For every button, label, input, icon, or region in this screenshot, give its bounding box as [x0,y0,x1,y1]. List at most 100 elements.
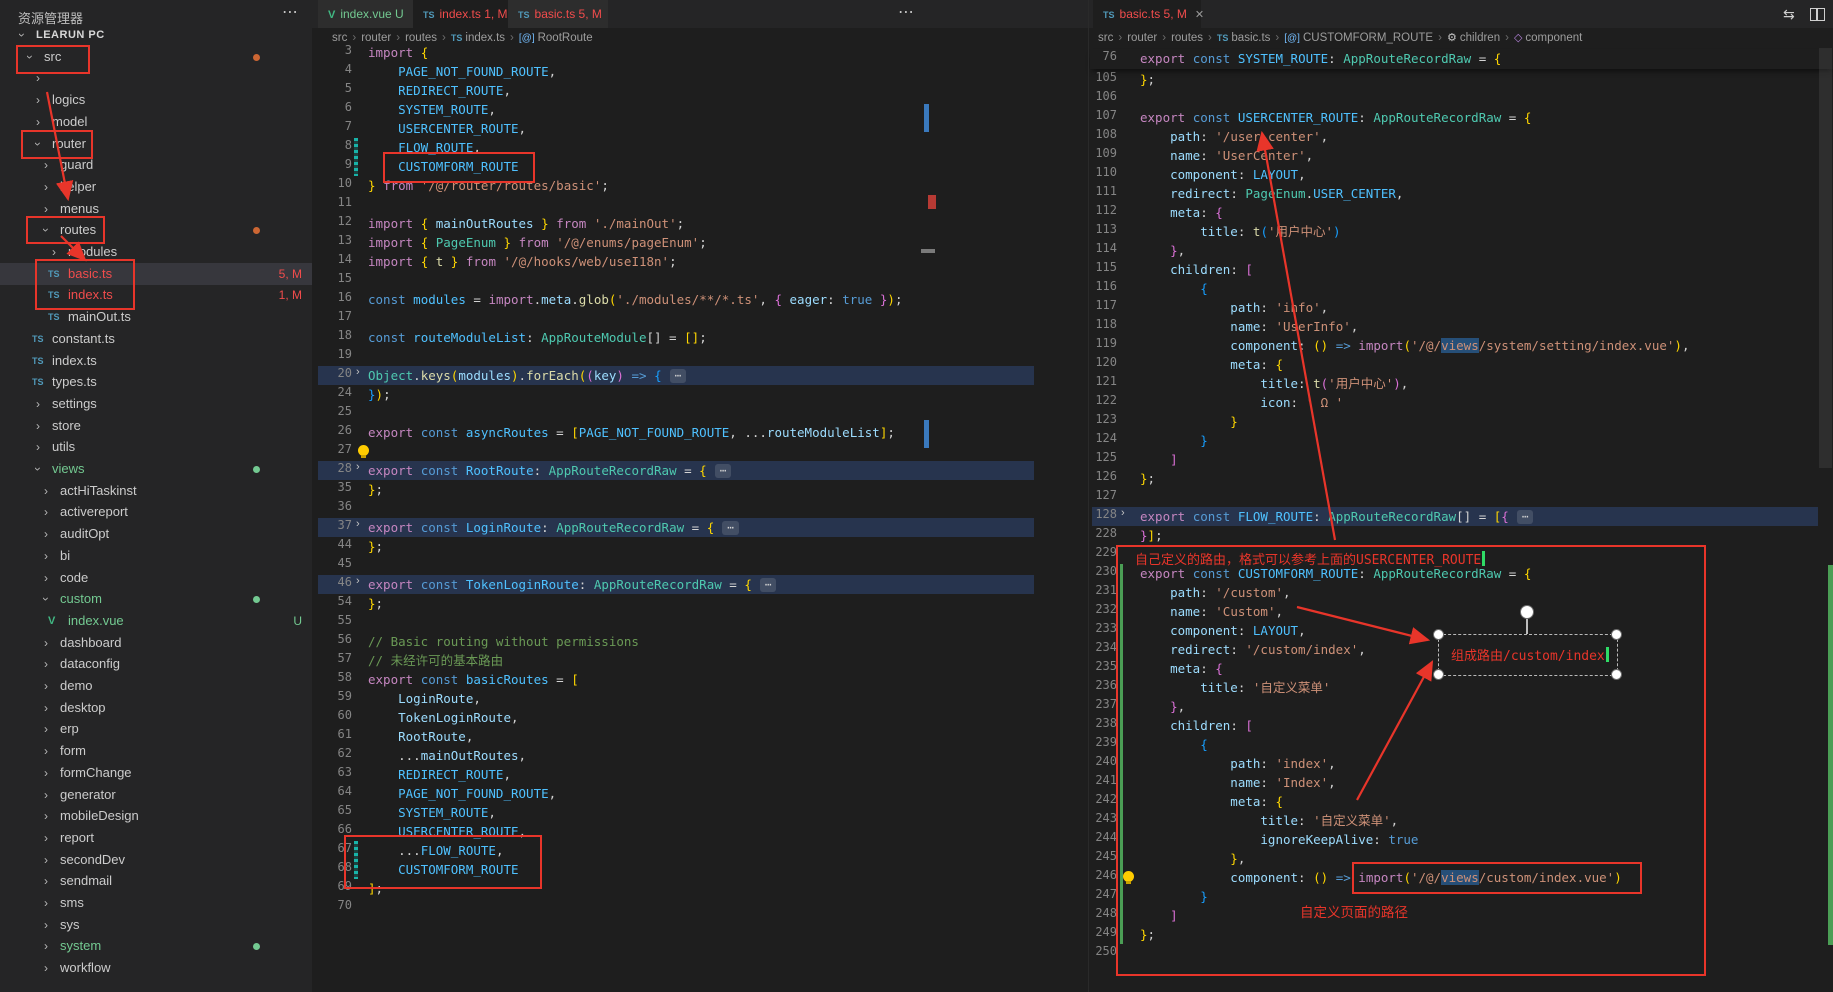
code-line-112[interactable]: meta: { [1140,203,1223,222]
code-line-236[interactable]: title: '自定义菜单' [1140,678,1330,697]
chevron-right-icon[interactable]: › [32,415,44,437]
code-line-26[interactable]: export const asyncRoutes = [PAGE_NOT_FOU… [368,423,895,442]
fold-chevron-icon[interactable]: › [356,366,360,378]
middle-editor-more-actions-icon[interactable]: ⋯ [898,2,914,22]
fold-chevron-icon[interactable]: › [356,575,360,587]
code-line-5[interactable]: REDIRECT_ROUTE, [368,81,511,100]
tree-item-actHiTaskinst[interactable]: ›actHiTaskinst [0,480,312,502]
code-line-8[interactable]: FLOW_ROUTE, [368,138,481,157]
code-line-10[interactable]: } from '/@/router/routes/basic'; [368,176,609,195]
code-line-232[interactable]: name: 'Custom', [1140,602,1283,621]
chevron-right-icon[interactable]: › [40,935,52,957]
tree-item-dataconfig[interactable]: ›dataconfig [0,653,312,675]
fold-ellipsis[interactable]: ⋯ [670,369,687,383]
tree-item-constant.ts[interactable]: TSconstant.ts [0,328,312,350]
tree-item-dashboard[interactable]: ›dashboard [0,632,312,654]
close-icon[interactable]: ✕ [1195,9,1204,21]
code-line-35[interactable]: }; [368,480,383,499]
code-line-64[interactable]: PAGE_NOT_FOUND_ROUTE, [368,784,556,803]
code-line-228[interactable]: }]; [1140,526,1163,545]
code-line-116[interactable]: { [1140,279,1208,298]
code-line-125[interactable]: ] [1140,450,1178,469]
fold-ellipsis[interactable]: ⋯ [1517,510,1534,524]
code-line-67[interactable]: ...FLOW_ROUTE, [368,841,503,860]
tree-item-index.ts[interactable]: TSindex.ts1, M [0,284,312,306]
tree-item-mobileDesign[interactable]: ›mobileDesign [0,805,312,827]
code-line-239[interactable]: { [1140,735,1208,754]
code-line-238[interactable]: children: [ [1140,716,1253,735]
code-line-240[interactable]: path: 'index', [1140,754,1336,773]
tree-item-index.vue[interactable]: Vindex.vueU [0,610,312,632]
tree-item-auditOpt[interactable]: ›auditOpt [0,523,312,545]
tree-item-activereport[interactable]: ›activereport [0,501,312,523]
textbox-handle[interactable] [1433,629,1444,640]
chevron-right-icon[interactable]: › [40,567,52,589]
tree-item-sendmail[interactable]: ›sendmail [0,870,312,892]
tree-item-sys[interactable]: ›sys [0,914,312,936]
code-line-109[interactable]: name: 'UserCenter', [1140,146,1313,165]
tree-item-demo[interactable]: ›demo [0,675,312,697]
code-line-119[interactable]: component: () => import('/@/views/system… [1140,336,1689,355]
tree-item-basic.ts[interactable]: TSbasic.ts5, M [0,263,312,285]
code-line-123[interactable]: } [1140,412,1238,431]
breadcrumb-item[interactable]: RootRoute [538,32,593,44]
code-line-57[interactable]: // 未经许可的基本路由 [368,651,503,670]
tree-item-model[interactable]: ›model [0,111,312,133]
annotation-textbox[interactable]: 组成路由/custom/index [1438,634,1618,676]
tree-item-custom[interactable]: ›custom [0,588,312,610]
code-line-233[interactable]: component: LAYOUT, [1140,621,1306,640]
chevron-right-icon[interactable]: › [40,892,52,914]
breadcrumb-item[interactable]: basic.ts [1231,32,1270,44]
chevron-right-icon[interactable]: › [40,827,52,849]
textbox-handle[interactable] [1611,669,1622,680]
code-line-18[interactable]: const routeModuleList: AppRouteModule[] … [368,328,707,347]
code-line-117[interactable]: path: 'info', [1140,298,1328,317]
tree-item-helper[interactable]: ›helper [0,176,312,198]
tree-item-generator[interactable]: ›generator [0,784,312,806]
code-line-37[interactable]: export const LoginRoute: AppRouteRecordR… [368,518,739,537]
chevron-down-icon[interactable]: › [40,219,52,241]
code-line-128[interactable]: export const FLOW_ROUTE: AppRouteRecordR… [1140,507,1533,526]
tree-item-store[interactable]: ›store [0,415,312,437]
code-line-110[interactable]: component: LAYOUT, [1140,165,1306,184]
code-line-248[interactable]: ] [1140,906,1178,925]
fold-ellipsis[interactable]: ⋯ [760,578,777,592]
chevron-right-icon[interactable]: › [40,914,52,936]
tree-item-index.ts[interactable]: TSindex.ts [0,350,312,372]
code-line-7[interactable]: USERCENTER_ROUTE, [368,119,526,138]
chevron-right-icon[interactable]: › [40,957,52,979]
chevron-right-icon[interactable]: › [40,697,52,719]
code-line-28[interactable]: export const RootRoute: AppRouteRecordRa… [368,461,731,480]
code-line-245[interactable]: }, [1140,849,1245,868]
code-line-76[interactable]: export const SYSTEM_ROUTE: AppRouteRecor… [1140,49,1501,68]
tree-item-menus[interactable]: ›menus [0,198,312,220]
code-line-13[interactable]: import { PageEnum } from '/@/enums/pageE… [368,233,707,252]
tab-basic.ts[interactable]: TSbasic.ts 5, M [508,0,608,28]
breadcrumb-item[interactable]: index.ts [465,32,505,44]
code-line-237[interactable]: }, [1140,697,1185,716]
code-line-68[interactable]: CUSTOMFORM_ROUTE [368,860,519,879]
fold-ellipsis[interactable]: ⋯ [722,521,739,535]
code-line-126[interactable]: }; [1140,469,1155,488]
chevron-right-icon[interactable]: › [40,480,52,502]
tree-item-form[interactable]: ›form [0,740,312,762]
code-line-108[interactable]: path: '/user-center', [1140,127,1328,146]
split-editor-icon[interactable] [1810,8,1825,21]
tree-item-desktop[interactable]: ›desktop [0,697,312,719]
lightbulb-icon[interactable] [1123,871,1134,882]
code-line-249[interactable]: }; [1140,925,1155,944]
chevron-right-icon[interactable]: › [40,198,52,220]
tree-item-router[interactable]: ›router [0,133,312,155]
code-line-59[interactable]: LoginRoute, [368,689,481,708]
tree-item-system[interactable]: ›system [0,935,312,957]
code-line-44[interactable]: }; [368,537,383,556]
tree-item-guard[interactable]: ›guard [0,154,312,176]
code-line-114[interactable]: }, [1140,241,1185,260]
fold-chevron-icon[interactable]: › [356,461,360,473]
chevron-right-icon[interactable]: › [40,176,52,198]
tree-item-report[interactable]: ›report [0,827,312,849]
chevron-right-icon[interactable]: › [40,762,52,784]
code-line-107[interactable]: export const USERCENTER_ROUTE: AppRouteR… [1140,108,1531,127]
code-line-244[interactable]: ignoreKeepAlive: true [1140,830,1418,849]
code-line-231[interactable]: path: '/custom', [1140,583,1291,602]
